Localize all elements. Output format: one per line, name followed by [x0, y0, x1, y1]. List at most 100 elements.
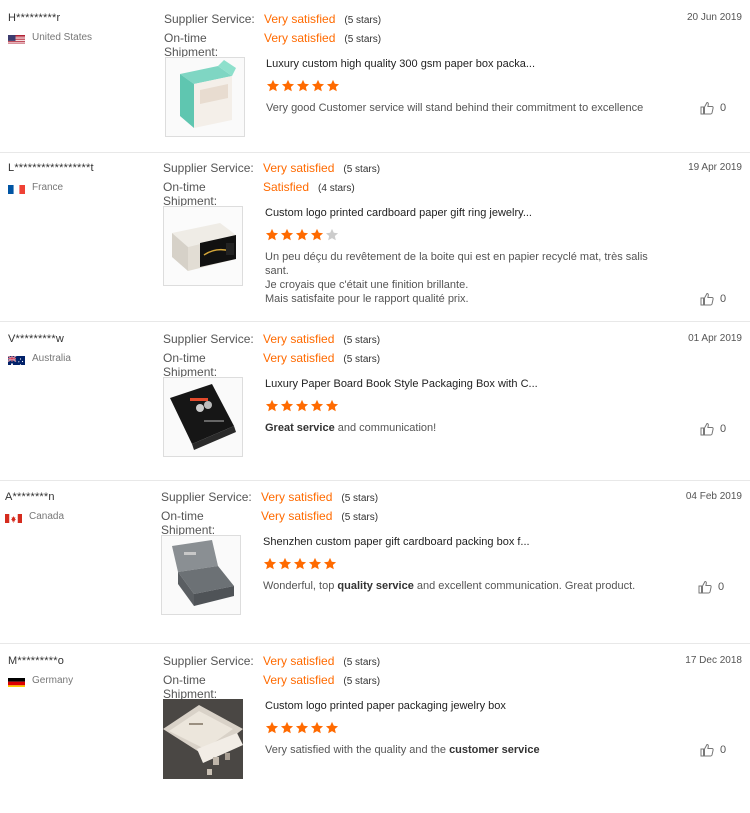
supplier-service-value: Very satisfied [263, 161, 335, 175]
product-thumbnail[interactable] [163, 206, 243, 286]
ontime-shipment-value: Satisfied [263, 180, 310, 194]
star-filled-icon [265, 228, 279, 241]
supplier-service-value: Very satisfied [263, 332, 335, 346]
star-filled-icon [323, 557, 337, 570]
product-rating-stars [266, 79, 341, 94]
product-title[interactable]: Shenzhen custom paper gift cardboard pac… [263, 535, 530, 549]
product-rating-stars [265, 228, 340, 243]
star-filled-icon [265, 399, 279, 412]
buyer-country: Germany [8, 675, 158, 687]
thumbs-up-icon [700, 292, 714, 306]
buyer-country: United States [8, 32, 158, 44]
ontime-shipment-label: On-time Shipment: [163, 180, 218, 208]
ontime-shipment-value: Very satisfied [264, 31, 336, 45]
star-filled-icon [296, 79, 310, 92]
ontime-shipment-rating: On-time Shipment: Very satisfied (5 star… [163, 351, 381, 379]
review-date: 01 Apr 2019 [688, 333, 742, 344]
de-flag-icon [8, 676, 25, 687]
product-thumbnail[interactable] [161, 535, 241, 615]
supplier-service-rating: Supplier Service: Very satisfied (5 star… [163, 654, 380, 670]
comment-highlight: quality service [337, 580, 414, 592]
buyer-name: A********n [5, 491, 55, 503]
review-comment: Wonderful, top quality service and excel… [263, 579, 683, 593]
like-button[interactable]: 0 [700, 422, 726, 436]
star-filled-icon [310, 721, 324, 734]
comment-text: and excellent communication. Great produ… [413, 580, 636, 592]
ca-flag-icon [5, 512, 22, 523]
product-thumbnail[interactable] [165, 57, 245, 137]
country-name: United States [32, 32, 93, 43]
product-title[interactable]: Custom logo printed paper packaging jewe… [265, 699, 506, 713]
comment-text: Very satisfied with the quality and the [265, 744, 450, 756]
country-name: Canada [29, 511, 65, 522]
star-filled-icon [325, 721, 339, 734]
buyer-country: Canada [5, 511, 155, 523]
like-button[interactable]: 0 [700, 743, 726, 757]
supplier-service-value: Very satisfied [264, 12, 336, 26]
buyer-info: H*********r United States [8, 12, 158, 44]
review-date: 17 Dec 2018 [685, 655, 742, 666]
supplier-service-rating: Supplier Service: Very satisfied (5 star… [161, 490, 378, 506]
comment-line: Je croyais que c'était une finition bril… [265, 279, 469, 291]
review-item: A********n Canada Supplier Service: Very… [0, 479, 750, 639]
review-comment: Un peu déçu du revêtement de la boite qu… [265, 250, 660, 306]
product-rating-stars [263, 557, 338, 572]
comment-text: Wonderful, top [263, 580, 338, 592]
ontime-shipment-rating: On-time Shipment: Very satisfied (5 star… [164, 31, 381, 59]
star-filled-icon [295, 228, 309, 241]
buyer-name: L*****************t [8, 162, 94, 174]
product-title[interactable]: Custom logo printed cardboard paper gift… [265, 206, 532, 220]
review-comment: Very satisfied with the quality and the … [265, 743, 665, 757]
us-flag-icon [8, 33, 25, 44]
buyer-info: L*****************t France [8, 162, 158, 194]
like-count: 0 [718, 581, 725, 593]
like-count: 0 [720, 744, 727, 756]
product-title[interactable]: Luxury Paper Board Book Style Packaging … [265, 377, 538, 391]
supplier-service-label: Supplier Service: [164, 12, 255, 26]
comment-line: Un peu déçu du revêtement de la boite qu… [265, 251, 648, 277]
supplier-service-stars: (5 stars) [343, 657, 381, 668]
star-filled-icon [325, 399, 339, 412]
star-filled-icon [266, 79, 280, 92]
ontime-shipment-rating: On-time Shipment: Satisfied (4 stars) [163, 180, 355, 208]
ontime-shipment-label: On-time Shipment: [163, 351, 218, 379]
buyer-name: V*********w [8, 333, 65, 345]
supplier-service-stars: (5 stars) [344, 15, 382, 26]
star-filled-icon [281, 79, 295, 92]
supplier-service-value: Very satisfied [263, 654, 335, 668]
review-comment: Very good Customer service will stand be… [266, 101, 686, 115]
like-button[interactable]: 0 [700, 101, 726, 115]
supplier-service-label: Supplier Service: [163, 654, 254, 668]
review-date: 20 Jun 2019 [686, 12, 742, 23]
star-filled-icon [280, 228, 294, 241]
ontime-shipment-label: On-time Shipment: [164, 31, 219, 59]
star-filled-icon [295, 721, 309, 734]
product-rating-stars [265, 399, 340, 414]
like-button[interactable]: 0 [698, 580, 724, 594]
buyer-info: M*********o Germany [8, 655, 158, 687]
product-thumbnail[interactable] [163, 699, 243, 779]
star-empty-icon [325, 228, 339, 241]
country-name: France [32, 182, 64, 193]
ontime-shipment-stars: (5 stars) [343, 676, 381, 687]
review-item: M*********o Germany Supplier Service: Ve… [0, 643, 750, 803]
comment-text: Very good Customer service will stand be… [266, 102, 644, 114]
star-filled-icon [311, 79, 325, 92]
thumbs-up-icon [700, 743, 714, 757]
supplier-service-label: Supplier Service: [163, 332, 254, 346]
supplier-service-label: Supplier Service: [163, 161, 254, 175]
buyer-name: M*********o [8, 655, 65, 667]
star-filled-icon [265, 721, 279, 734]
buyer-country: Australia [8, 353, 158, 365]
like-button[interactable]: 0 [700, 292, 726, 306]
comment-text: and communication! [334, 422, 437, 434]
product-thumbnail[interactable] [163, 377, 243, 457]
comment-highlight: Great service [265, 422, 335, 434]
ontime-shipment-stars: (5 stars) [343, 354, 381, 365]
product-title[interactable]: Luxury custom high quality 300 gsm paper… [266, 57, 535, 71]
like-count: 0 [720, 423, 727, 435]
supplier-service-value: Very satisfied [261, 490, 333, 504]
supplier-service-rating: Supplier Service: Very satisfied (5 star… [163, 332, 380, 348]
buyer-info: A********n Canada [5, 491, 155, 523]
ontime-shipment-stars: (5 stars) [341, 512, 379, 523]
